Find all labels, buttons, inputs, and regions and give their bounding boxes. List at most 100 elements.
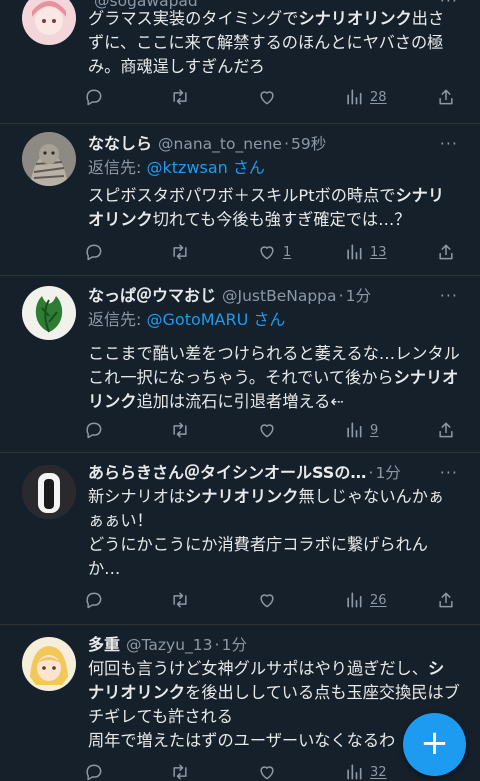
reply-icon — [86, 764, 102, 781]
user-handle[interactable]: @JustBeNappa — [222, 284, 337, 308]
tweet-text: スピボスタボパワボ＋スキルPtボの時点でシナリオリンク切れても今後も強すぎ確定で… — [88, 186, 445, 229]
more-icon[interactable]: ··· — [440, 132, 458, 156]
user-handle[interactable]: @nana_to_nene — [158, 132, 282, 156]
separator: · — [283, 134, 290, 153]
reply-suffix: さん — [253, 310, 286, 329]
avatar[interactable] — [22, 465, 76, 519]
display-name[interactable]: あららきさん＠タイシンオールSSの… — [88, 461, 366, 485]
retweet-icon — [173, 89, 187, 105]
tweet-header: なっぱ＠ウマおじ @JustBeNappa · 1分 ··· — [88, 284, 460, 308]
like-button[interactable] — [257, 86, 277, 108]
reply-button[interactable] — [84, 241, 104, 263]
reply-suffix: さん — [232, 158, 265, 177]
reply-button[interactable] — [84, 761, 104, 781]
retweet-button[interactable] — [170, 86, 190, 108]
tweet-card[interactable]: なっぱ＠ウマおじ @JustBeNappa · 1分 ··· 返信先: @Got… — [0, 276, 480, 453]
more-icon[interactable]: ··· — [440, 284, 458, 308]
avatar[interactable] — [22, 0, 76, 45]
user-handle[interactable]: @Tazyu_13 — [126, 633, 213, 657]
compose-icon: + — [420, 723, 449, 763]
views-count: 26 — [370, 592, 387, 608]
display-name[interactable]: なっぱ＠ウマおじ — [88, 284, 216, 308]
tweet-card[interactable]: ななしら @nana_to_nene · 59秒 ··· 返信先: @ktzws… — [0, 124, 480, 276]
views-button[interactable]: 9 — [344, 419, 378, 441]
reply-to-handle[interactable]: @ktzwsan — [147, 158, 228, 177]
views-button[interactable]: 26 — [344, 589, 387, 611]
share-button[interactable] — [436, 419, 456, 441]
tweet-actions: 32 — [84, 761, 460, 781]
reply-context: 返信先: @GotoMARU さん — [88, 308, 285, 332]
views-icon — [347, 89, 362, 105]
views-button[interactable]: 28 — [344, 86, 387, 108]
reply-icon — [86, 592, 102, 609]
share-icon — [439, 244, 453, 260]
tweet-actions: 26 — [84, 589, 460, 611]
like-button[interactable]: 1 — [257, 241, 291, 263]
separator: · — [214, 635, 220, 654]
reply-icon — [86, 422, 102, 439]
avatar[interactable] — [22, 132, 76, 186]
reply-to-handle[interactable]: @GotoMARU — [147, 310, 249, 329]
share-icon — [439, 422, 453, 438]
separator: · — [368, 463, 374, 482]
share-icon — [439, 89, 453, 105]
retweet-button[interactable] — [170, 241, 190, 263]
views-icon — [347, 764, 362, 780]
tweet-header: ななしら @nana_to_nene · 59秒 ··· — [88, 132, 460, 156]
share-button[interactable] — [436, 86, 456, 108]
tweet-header: あららきさん＠タイシンオールSSの… · 1分 ··· — [88, 461, 460, 485]
retweet-icon — [173, 592, 187, 608]
tweet-text: グラマス実装のタイミングでシナリオリンク出さずに、ここに来て解禁するのほんとにヤ… — [88, 9, 445, 76]
timeline-feed: @sogawapad ··· グラマス実装のタイミングでシナリオリンク出さずに、… — [0, 0, 480, 781]
views-button[interactable]: 32 — [344, 761, 387, 781]
reply-icon — [86, 89, 102, 106]
avatar[interactable] — [22, 637, 76, 691]
like-icon — [260, 246, 274, 260]
like-button[interactable] — [257, 589, 277, 611]
views-count: 32 — [370, 764, 387, 780]
reply-button[interactable] — [84, 419, 104, 441]
reply-button[interactable] — [84, 589, 104, 611]
like-icon — [260, 91, 274, 105]
like-icon — [260, 766, 274, 780]
views-button[interactable]: 13 — [344, 241, 387, 263]
timestamp[interactable]: 1分 — [346, 284, 371, 308]
share-icon — [439, 592, 453, 608]
like-button[interactable] — [257, 761, 277, 781]
avatar[interactable] — [22, 286, 76, 340]
reply-label: 返信先: — [88, 310, 142, 329]
display-name[interactable]: ななしら — [88, 132, 152, 156]
views-icon — [347, 592, 362, 608]
reply-icon — [86, 244, 102, 261]
like-icon — [260, 594, 274, 608]
timestamp[interactable]: 1分 — [222, 633, 247, 657]
like-count: 1 — [283, 244, 292, 260]
tweet-text: ここまで酷い差をつけられると萎えるな…レンタルこれ一択になっちゃう。それでいて後… — [88, 344, 460, 411]
views-count: 9 — [370, 422, 379, 438]
views-icon — [347, 244, 362, 260]
more-icon[interactable]: ··· — [440, 461, 458, 485]
like-button[interactable] — [257, 419, 277, 441]
tweet-text: 新シナリオはシナリオリンク無しじゃないんかぁぁぁい！ どうにかこうにか消費者庁コ… — [88, 487, 445, 578]
timestamp[interactable]: 1分 — [375, 461, 400, 485]
reply-label: 返信先: — [88, 158, 142, 177]
reply-button[interactable] — [84, 86, 104, 108]
retweet-icon — [173, 764, 187, 780]
tweet-actions: 9 — [84, 419, 460, 441]
tweet-card[interactable]: @sogawapad ··· グラマス実装のタイミングでシナリオリンク出さずに、… — [0, 0, 480, 124]
retweet-icon — [173, 244, 187, 260]
retweet-button[interactable] — [170, 589, 190, 611]
retweet-icon — [173, 422, 187, 438]
like-icon — [260, 424, 274, 438]
timestamp[interactable]: 59秒 — [291, 132, 326, 156]
retweet-button[interactable] — [170, 761, 190, 781]
tweet-actions: 28 — [84, 86, 460, 108]
display-name[interactable]: 多重 — [88, 633, 120, 657]
reply-context: 返信先: @ktzwsan さん — [88, 156, 265, 180]
share-button[interactable] — [436, 589, 456, 611]
share-button[interactable] — [436, 241, 456, 263]
compose-button[interactable]: + — [403, 713, 466, 776]
separator: · — [338, 286, 344, 305]
retweet-button[interactable] — [170, 419, 190, 441]
tweet-card[interactable]: あららきさん＠タイシンオールSSの… · 1分 ··· 新シナリオはシナリオリン… — [0, 453, 480, 625]
